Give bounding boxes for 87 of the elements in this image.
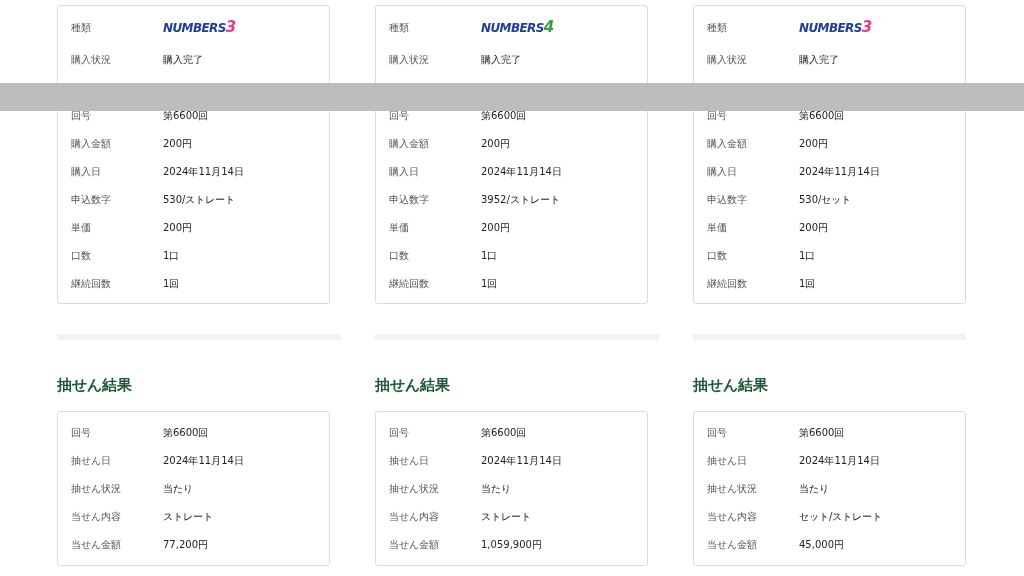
- field-label: 種類: [71, 20, 92, 35]
- field-value: ストレート: [481, 510, 531, 524]
- field-label: 回号: [707, 426, 728, 440]
- field-label: 購入日: [707, 164, 738, 179]
- field-label: 抽せん日: [71, 454, 112, 468]
- field-value: 45,000円: [799, 538, 844, 552]
- field-label: 購入日: [71, 164, 102, 179]
- field-value: 530/セット: [799, 192, 852, 207]
- field-label: 回号: [389, 108, 410, 123]
- field-value: 第6600回: [481, 108, 527, 123]
- field-value: 当たり: [481, 482, 511, 496]
- field-label: 購入日: [389, 164, 420, 179]
- field-label: 抽せん状況: [71, 482, 122, 496]
- field-label: 種類: [707, 20, 728, 35]
- field-value: 購入完了: [481, 52, 521, 67]
- field-label: 購入状況: [71, 52, 112, 67]
- field-label: 抽せん日: [707, 454, 748, 468]
- field-value: 1口: [163, 248, 180, 263]
- field-value: 第6600回: [799, 426, 845, 440]
- field-value: 第6600回: [163, 108, 209, 123]
- field-label: 継続回数: [707, 276, 748, 291]
- field-value: 1,059,900円: [481, 538, 542, 552]
- field-label: 申込数字: [71, 192, 112, 207]
- section-title: 抽せん結果: [375, 375, 451, 396]
- field-value: 1口: [481, 248, 498, 263]
- field-value: 2024年11月14日: [799, 164, 880, 179]
- field-value: ストレート: [163, 510, 213, 524]
- field-label: 回号: [389, 426, 410, 440]
- field-label: 購入金額: [71, 136, 112, 151]
- field-label: 購入金額: [389, 136, 430, 151]
- field-value: 200円: [163, 220, 193, 235]
- numbers-logo: NUMBERS3: [163, 16, 236, 38]
- field-label: 当せん内容: [707, 510, 758, 524]
- field-value: 2024年11月14日: [163, 164, 244, 179]
- field-value: 200円: [799, 136, 829, 151]
- field-label: 当せん内容: [71, 510, 122, 524]
- field-label: 単価: [71, 220, 92, 235]
- field-label: 抽せん状況: [389, 482, 440, 496]
- field-value: 1口: [799, 248, 816, 263]
- field-value: 200円: [481, 136, 511, 151]
- section-title: 抽せん結果: [57, 375, 133, 396]
- field-value: 2024年11月14日: [163, 454, 244, 468]
- field-value: 第6600回: [163, 426, 209, 440]
- field-value: 2024年11月14日: [481, 454, 562, 468]
- field-value: 200円: [163, 136, 193, 151]
- field-value: 200円: [799, 220, 829, 235]
- field-value: 当たり: [163, 482, 193, 496]
- field-label: 単価: [707, 220, 728, 235]
- field-label: 回号: [71, 108, 92, 123]
- field-label: 単価: [389, 220, 410, 235]
- field-value: 200円: [481, 220, 511, 235]
- field-value: 530/ストレート: [163, 192, 236, 207]
- field-value: 2024年11月14日: [799, 454, 880, 468]
- numbers-logo: NUMBERS4: [481, 16, 554, 38]
- field-value: 当たり: [799, 482, 829, 496]
- field-value: 1回: [163, 276, 180, 291]
- field-value: 購入完了: [799, 52, 839, 67]
- field-label: 当せん内容: [389, 510, 440, 524]
- field-label: 種類: [389, 20, 410, 35]
- field-label: 口数: [71, 248, 92, 263]
- field-value: セット/ストレート: [799, 510, 883, 524]
- field-label: 購入状況: [389, 52, 430, 67]
- field-label: 購入金額: [707, 136, 748, 151]
- field-label: 購入状況: [707, 52, 748, 67]
- field-value: 第6600回: [481, 426, 527, 440]
- field-value: 第6600回: [799, 108, 845, 123]
- field-value: 購入完了: [163, 52, 203, 67]
- field-label: 口数: [389, 248, 410, 263]
- field-label: 継続回数: [389, 276, 430, 291]
- field-label: 当せん金額: [389, 538, 440, 552]
- field-label: 回号: [707, 108, 728, 123]
- field-label: 継続回数: [71, 276, 112, 291]
- field-label: 抽せん状況: [707, 482, 758, 496]
- field-value: 1回: [481, 276, 498, 291]
- field-value: 2024年11月14日: [481, 164, 562, 179]
- field-label: 当せん金額: [71, 538, 122, 552]
- field-label: 回号: [71, 426, 92, 440]
- field-label: 抽せん日: [389, 454, 430, 468]
- field-value: 77,200円: [163, 538, 208, 552]
- field-label: 申込数字: [707, 192, 748, 207]
- section-title: 抽せん結果: [693, 375, 769, 396]
- field-label: 当せん金額: [707, 538, 758, 552]
- numbers-logo: NUMBERS3: [799, 16, 872, 38]
- field-label: 口数: [707, 248, 728, 263]
- field-value: 1回: [799, 276, 816, 291]
- field-label: 申込数字: [389, 192, 430, 207]
- field-value: 3952/ストレート: [481, 192, 560, 207]
